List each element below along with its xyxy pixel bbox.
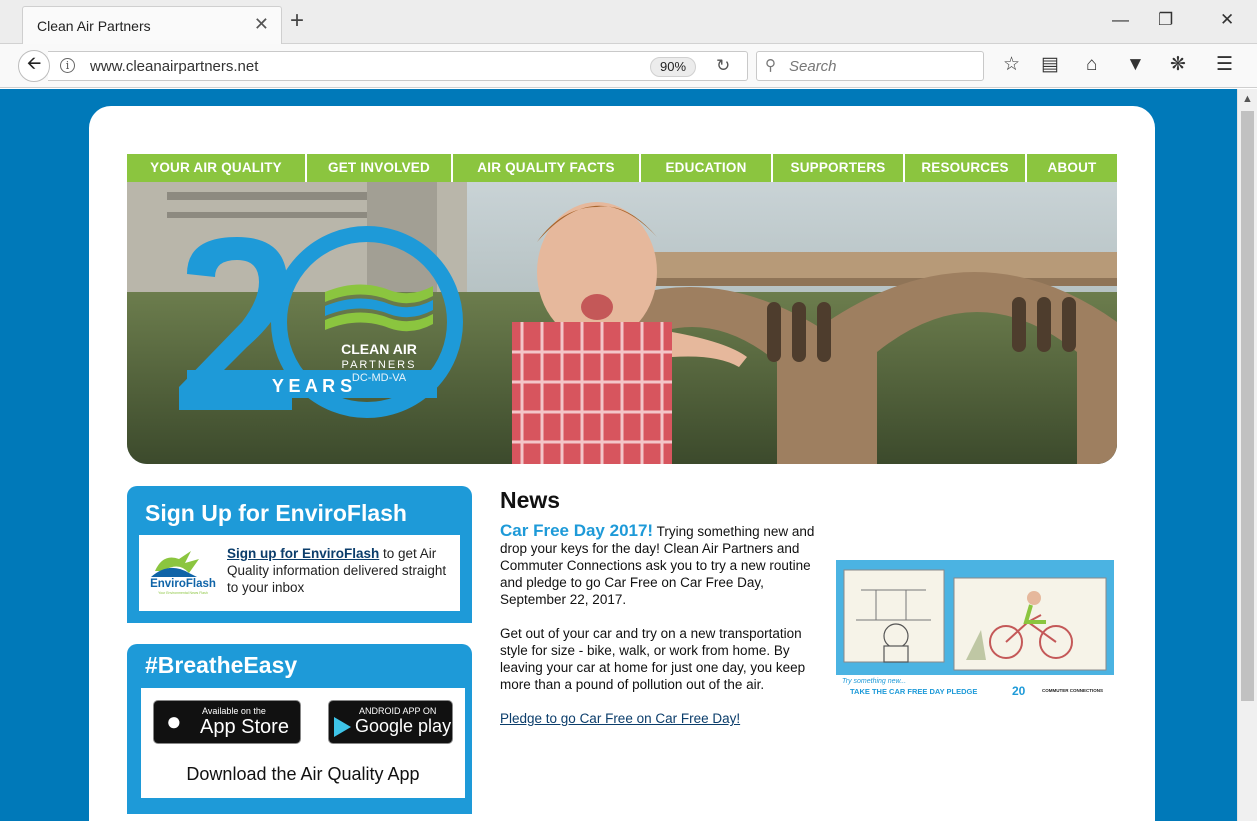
google-play-button[interactable]: ANDROID APP ON Google play [328, 700, 453, 744]
enviroflash-logo-text: EnviroFlash [150, 578, 216, 590]
hero-org-line3: DC-MD-VA [352, 372, 407, 384]
browser-tab[interactable]: Clean Air Partners ✕ [22, 6, 282, 44]
scroll-up-arrow-icon[interactable]: ▲ [1242, 93, 1253, 105]
download-app-text: Download the Air Quality App [186, 764, 420, 784]
home-icon[interactable]: ⌂ [1086, 54, 1097, 76]
back-button[interactable]: 🡨 [18, 50, 50, 82]
tab-close-icon[interactable]: ✕ [254, 14, 269, 35]
hero-org-line1: CLEAN AIR [341, 341, 417, 357]
new-tab-button[interactable]: + [290, 9, 304, 33]
back-arrow-icon: 🡨 [26, 53, 42, 73]
menu-icon[interactable]: ☰ [1216, 54, 1233, 76]
url-text[interactable]: www.cleanairpartners.net [90, 58, 258, 75]
news-paragraph-2: Get out of your car and try on a new tra… [500, 626, 806, 692]
scroll-thumb[interactable] [1241, 111, 1254, 701]
apple-icon: ● [166, 706, 182, 736]
enviroflash-title: Sign Up for EnviroFlash [145, 500, 407, 526]
app-store-button[interactable]: ● Available on the App Store [153, 700, 301, 744]
pledge-image-try-text: Try something new... [842, 678, 906, 685]
enviroflash-logo: EnviroFlash Your Environmental News Flas… [150, 551, 216, 595]
app-store-small-text: Available on the [202, 706, 266, 716]
enviroflash-description: Sign up for EnviroFlash to get Air Quali… [227, 545, 459, 596]
enviroflash-content: EnviroFlash Your Environmental News Flas… [139, 535, 460, 611]
restore-icon[interactable]: ❐ [1158, 10, 1173, 30]
nav-education[interactable]: EDUCATION [641, 154, 773, 182]
car-free-day-image[interactable]: Try something new... TAKE THE CAR FREE D… [836, 560, 1114, 705]
play-icon [334, 717, 351, 737]
page-container: YOUR AIR QUALITY GET INVOLVED AIR QUALIT… [89, 106, 1155, 821]
breathe-easy-content: ● Available on the App Store ANDROID APP… [141, 688, 465, 798]
extension-icon[interactable]: ❋ [1170, 54, 1186, 76]
nav-about[interactable]: ABOUT [1027, 154, 1117, 182]
nav-get-involved[interactable]: GET INVOLVED [307, 154, 453, 182]
pledge-image-20-logo: 20 [1012, 684, 1026, 698]
news-heading: News [500, 487, 561, 513]
pledge-image-pledge-text: TAKE THE CAR FREE DAY PLEDGE [850, 687, 977, 696]
reading-list-icon[interactable]: ▤ [1041, 54, 1059, 76]
url-bar[interactable]: i www.cleanairpartners.net 90% ↻ [48, 51, 748, 81]
reload-icon[interactable]: ↻ [716, 56, 730, 76]
vertical-scrollbar[interactable]: ▲ [1237, 89, 1257, 821]
pocket-icon[interactable]: ▼ [1126, 54, 1145, 76]
pledge-link[interactable]: Pledge to go Car Free on Car Free Day! [500, 711, 740, 726]
info-icon[interactable]: i [60, 58, 75, 73]
pledge-image-partner: COMMUTER CONNECTIONS [1042, 688, 1103, 693]
news-body: Car Free Day 2017! Trying something new … [500, 522, 832, 727]
enviroflash-logo-tagline: Your Environmental News Flash [158, 591, 208, 595]
search-placeholder[interactable]: Search [789, 58, 837, 75]
tab-bar: Clean Air Partners ✕ + — ❐ ✕ [0, 0, 1257, 44]
nav-resources[interactable]: RESOURCES [905, 154, 1027, 182]
breathe-easy-box: #BreatheEasy ● Available on the App Stor… [127, 644, 472, 814]
search-bar[interactable]: ⚲ Search [756, 51, 984, 81]
news-headline: Car Free Day 2017! [500, 521, 654, 540]
search-icon: ⚲ [765, 57, 776, 74]
close-window-icon[interactable]: ✕ [1220, 10, 1234, 30]
google-play-text: Google play [355, 716, 452, 736]
zoom-indicator[interactable]: 90% [650, 57, 697, 77]
hero-org-line2: PARTNERS [342, 359, 417, 371]
nav-air-quality-facts[interactable]: AIR QUALITY FACTS [453, 154, 641, 182]
page-viewport: YOUR AIR QUALITY GET INVOLVED AIR QUALIT… [0, 89, 1237, 821]
nav-your-air-quality[interactable]: YOUR AIR QUALITY [127, 154, 307, 182]
app-store-text: App Store [200, 716, 289, 738]
navigation-toolbar: i www.cleanairpartners.net 90% ↻ 🡨 ⚲ Sea… [0, 44, 1257, 88]
hero-image: CLEAN AIR PARTNERS DC-MD-VA Y E A R S [127, 182, 1117, 464]
main-nav: YOUR AIR QUALITY GET INVOLVED AIR QUALIT… [127, 154, 1117, 182]
enviroflash-signup-box: Sign Up for EnviroFlash EnviroFlash Your… [127, 486, 472, 623]
minimize-icon[interactable]: — [1112, 10, 1129, 30]
hero-banner: CLEAN AIR PARTNERS DC-MD-VA Y E A R S [127, 182, 1117, 464]
breathe-easy-title: #BreatheEasy [145, 652, 298, 678]
tab-title: Clean Air Partners [37, 18, 151, 34]
news-paragraph-1: Car Free Day 2017! Trying something new … [500, 522, 832, 608]
nav-supporters[interactable]: SUPPORTERS [773, 154, 905, 182]
google-play-small-text: ANDROID APP ON [359, 706, 437, 716]
hero-years-text: Y E A R S [272, 376, 352, 396]
enviroflash-signup-link[interactable]: Sign up for EnviroFlash [227, 546, 379, 561]
bookmark-star-icon[interactable]: ☆ [1003, 54, 1020, 76]
